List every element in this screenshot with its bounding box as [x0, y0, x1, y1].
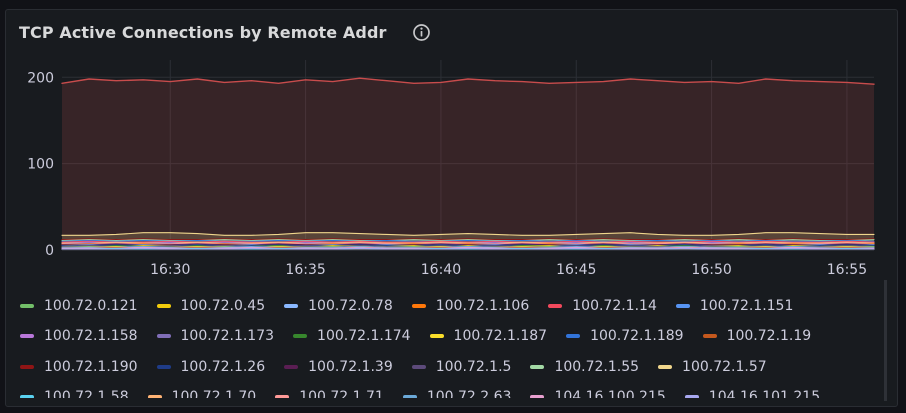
legend-label: 104.16.101.215 [708, 389, 821, 398]
x-tick-label: 16:50 [691, 262, 731, 278]
legend-color-swatch [293, 334, 308, 338]
timeseries-panel: TCP Active Connections by Remote Addr 01… [5, 9, 898, 407]
legend-color-swatch [284, 304, 299, 308]
legend-label: 100.72.0.45 [180, 298, 266, 314]
legend-item[interactable]: 100.72.1.174 [293, 324, 411, 348]
legend-color-swatch [566, 334, 581, 338]
legend-item[interactable]: 100.72.1.57 [658, 355, 767, 379]
legend-label: 100.72.1.187 [453, 328, 548, 344]
y-tick-label: 0 [45, 243, 54, 259]
x-tick-label: 16:30 [150, 262, 190, 278]
legend-item[interactable]: 100.72.1.39 [284, 355, 393, 379]
legend-item[interactable]: 100.72.0.45 [156, 294, 266, 318]
legend-item[interactable]: 100.72.1.187 [429, 324, 548, 348]
legend-color-swatch [20, 395, 34, 398]
legend-item[interactable]: 100.72.1.5 [411, 355, 512, 379]
legend-label: 100.72.1.106 [435, 298, 530, 314]
legend-item[interactable]: 100.72.1.26 [156, 355, 266, 379]
legend-color-swatch [20, 304, 34, 308]
legend-row: 100.72.1.58 100.72.1.70 100.72.1.71 100.72.… [20, 385, 839, 398]
legend-color-swatch [658, 365, 673, 369]
legend-color-swatch [147, 395, 162, 398]
x-tick-label: 16:35 [285, 262, 325, 278]
legend-label: 100.72.0.121 [44, 298, 138, 314]
legend-label: 100.72.0.78 [308, 298, 393, 314]
legend-row: 100.72.0.121 100.72.0.45 100.72.0.78 100.72… [20, 294, 812, 318]
legend-label: 100.72.1.26 [180, 359, 266, 375]
legend-label: 100.72.1.70 [171, 389, 257, 398]
x-tick-label: 16:45 [556, 262, 596, 278]
legend-item[interactable]: 100.72.1.14 [548, 294, 657, 318]
legend-label: 100.72.1.190 [44, 359, 138, 375]
x-tick-label: 16:55 [827, 262, 867, 278]
legend-label: 100.72.1.39 [308, 359, 393, 375]
legend-item[interactable]: 100.72.1.158 [20, 324, 138, 348]
legend-label: 100.72.1.14 [572, 298, 657, 314]
legend-color-swatch [530, 365, 545, 369]
legend-item[interactable]: 100.72.1.173 [156, 324, 275, 348]
legend-label: 100.72.1.58 [44, 389, 129, 398]
legend-item[interactable]: 100.72.1.71 [275, 385, 384, 398]
legend-label: 100.72.2.63 [426, 389, 512, 398]
legend-row: 100.72.1.158 100.72.1.173 100.72.1.174 100.… [20, 324, 830, 348]
legend-label: 104.16.100.215 [554, 389, 666, 398]
legend-color-swatch [702, 334, 717, 338]
chart-legend: 100.72.0.121 100.72.0.45 100.72.0.78 100.72… [20, 284, 873, 398]
legend-item[interactable]: 100.72.1.190 [20, 355, 138, 379]
legend-label: 100.72.1.158 [44, 328, 138, 344]
x-tick-label: 16:40 [421, 262, 461, 278]
legend-color-swatch [684, 395, 699, 398]
legend-item[interactable]: 100.72.1.19 [702, 324, 812, 348]
legend-label: 100.72.1.71 [299, 389, 384, 398]
legend-label: 100.72.1.174 [317, 328, 411, 344]
legend-color-swatch [156, 365, 171, 369]
legend-color-swatch [530, 395, 545, 398]
legend-item[interactable]: 100.72.1.189 [566, 324, 684, 348]
legend-row: 100.72.1.190 100.72.1.26 100.72.1.39 100.72… [20, 355, 786, 379]
legend-color-swatch [275, 395, 290, 398]
legend-color-swatch [411, 304, 426, 308]
legend-item[interactable]: 100.72.1.106 [411, 294, 530, 318]
legend-color-swatch [429, 334, 444, 338]
y-tick-label: 200 [27, 70, 54, 86]
series-area [62, 78, 874, 250]
legend-color-swatch [675, 304, 690, 308]
legend-color-swatch [411, 365, 426, 369]
legend-label: 100.72.1.5 [435, 359, 512, 375]
legend-scrollbar[interactable] [884, 280, 887, 401]
legend-color-swatch [156, 304, 171, 308]
y-tick-label: 100 [27, 157, 54, 173]
legend-label: 100.72.1.55 [554, 359, 640, 375]
legend-item[interactable]: 100.72.1.55 [530, 355, 639, 379]
legend-label: 100.72.1.189 [590, 328, 684, 344]
legend-item[interactable]: 100.72.1.151 [675, 294, 794, 318]
legend-item[interactable]: 104.16.100.215 [530, 385, 666, 398]
legend-label: 100.72.1.173 [180, 328, 275, 344]
legend-item[interactable]: 100.72.1.70 [147, 385, 257, 398]
legend-label: 100.72.1.19 [726, 328, 812, 344]
legend-item[interactable]: 100.72.1.58 [20, 385, 129, 398]
legend-label: 100.72.1.151 [699, 298, 794, 314]
legend-label: 100.72.1.57 [682, 359, 767, 375]
legend-item[interactable]: 100.72.2.63 [402, 385, 512, 398]
legend-color-swatch [156, 334, 171, 338]
legend-color-swatch [20, 365, 34, 369]
legend-color-swatch [284, 365, 299, 369]
legend-item[interactable]: 104.16.101.215 [684, 385, 821, 398]
legend-color-swatch [402, 395, 417, 398]
legend-color-swatch [20, 334, 34, 338]
timeseries-chart[interactable]: 0 100 200 16:30 16:35 16:40 16:45 16:50 16:55 [6, 10, 898, 280]
legend-item[interactable]: 100.72.0.78 [284, 294, 393, 318]
legend-item[interactable]: 100.72.0.121 [20, 294, 138, 318]
legend-color-swatch [548, 304, 563, 308]
